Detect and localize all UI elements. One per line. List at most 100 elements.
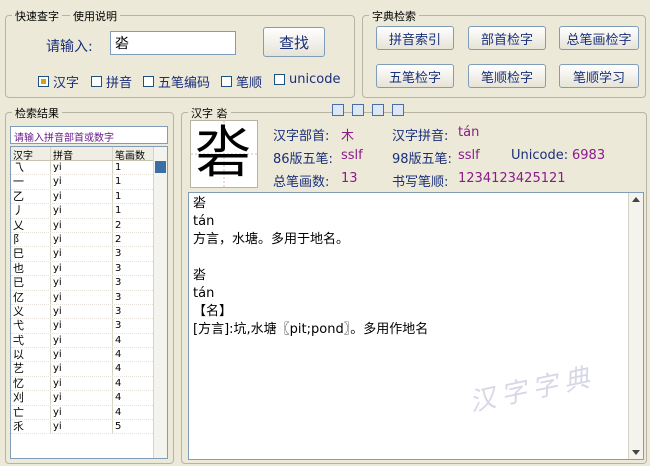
pinyin-index-button[interactable]: 拼音索引 bbox=[376, 26, 454, 50]
cell-strokes: 2 bbox=[115, 219, 122, 231]
wubi86-label: 86版五笔: bbox=[273, 152, 333, 167]
cell-pinyin: yi bbox=[51, 261, 113, 276]
table-row[interactable]: 义 yi 3 bbox=[11, 304, 167, 320]
option-pinyin[interactable]: 拼音 bbox=[91, 72, 132, 91]
scroll-up-icon[interactable] bbox=[632, 197, 640, 202]
speaker-icon[interactable] bbox=[332, 104, 344, 116]
cell-strokes: 1 bbox=[115, 176, 122, 188]
wubi98-label: 98版五笔: bbox=[392, 152, 452, 167]
cell-strokes: 1 bbox=[115, 205, 122, 217]
cell-hanzi: 丿 bbox=[11, 204, 51, 218]
col-hanzi-header[interactable]: 汉字 bbox=[11, 147, 51, 162]
cell-strokes: 4 bbox=[115, 377, 122, 389]
char-display: 沯 bbox=[190, 120, 258, 188]
table-row[interactable]: 艺 yi 4 bbox=[11, 362, 167, 377]
cell-hanzi: 乑 bbox=[11, 420, 51, 434]
cell-strokes: 4 bbox=[115, 406, 122, 418]
cell-hanzi: 已 bbox=[11, 276, 51, 290]
table-row[interactable]: 亿 yi 3 bbox=[11, 290, 167, 305]
dict-search-group: 字典检索 拼音索引 部首检字 总笔画检字 五笔检字 笔顺检字 笔顺学习 bbox=[362, 8, 646, 98]
results-hint-input[interactable]: 请输入拼音部首或数字 bbox=[10, 126, 168, 144]
unicode-value: 6983 bbox=[572, 148, 606, 163]
cell-pinyin: yi bbox=[51, 376, 113, 391]
wubi98-value: sslf bbox=[458, 148, 480, 163]
table-row[interactable]: 乂 yi 2 bbox=[11, 218, 167, 233]
table-row[interactable]: 乑 yi 5 bbox=[11, 420, 167, 435]
table-row[interactable]: 巳 yi 3 bbox=[11, 247, 167, 262]
table-row[interactable]: 刈 yi 4 bbox=[11, 391, 167, 406]
option-bishun[interactable]: 笔顺 bbox=[221, 72, 262, 91]
table-row[interactable]: 弌 yi 4 bbox=[11, 333, 167, 349]
radical-label: 汉字部首: bbox=[273, 129, 330, 144]
definition-text[interactable]: 沯 tán 方言，水塘。多用于地名。沯 tán 【名】 [方言]:坑,水塘〖pit;pon… bbox=[188, 192, 644, 460]
strokes-label: 总笔画数: bbox=[273, 175, 330, 190]
cell-pinyin: yi bbox=[51, 276, 113, 290]
cell-strokes: 3 bbox=[115, 305, 122, 317]
table-row[interactable]: 阝 yi 2 bbox=[11, 232, 167, 248]
checkbox-icon bbox=[221, 76, 232, 87]
cell-pinyin: yi bbox=[51, 290, 113, 304]
checkbox-icon bbox=[143, 76, 154, 87]
cell-pinyin: yi bbox=[51, 319, 113, 333]
scroll-down-icon[interactable] bbox=[632, 450, 640, 455]
definition-line: tán bbox=[193, 214, 215, 229]
paste-icon[interactable] bbox=[392, 104, 404, 116]
col-strokes-header[interactable]: 笔画数 bbox=[113, 147, 155, 162]
cell-hanzi: 也 bbox=[11, 261, 51, 276]
col-pinyin-header[interactable]: 拼音 bbox=[51, 147, 113, 162]
table-row[interactable]: 弋 yi 3 bbox=[11, 319, 167, 334]
table-row[interactable]: 一 yi 1 bbox=[11, 175, 167, 190]
cell-hanzi: 弌 bbox=[11, 333, 51, 348]
wubi-lookup-button[interactable]: 五笔检字 bbox=[376, 64, 454, 88]
dict-search-title: 字典检索 bbox=[369, 8, 419, 24]
pinyin-value: tán bbox=[458, 125, 480, 140]
table-row[interactable]: 也 yi 3 bbox=[11, 261, 167, 277]
option-label: unicode bbox=[289, 72, 341, 87]
search-button[interactable]: 查找 bbox=[263, 27, 325, 57]
cell-pinyin: yi bbox=[51, 391, 113, 405]
cell-pinyin: yi bbox=[51, 420, 113, 434]
cell-hanzi: 亡 bbox=[11, 405, 51, 420]
cell-strokes: 5 bbox=[115, 421, 122, 433]
results-list[interactable]: 汉字 拼音 笔画数 乁 yi 1 一 yi 1 乙 yi 1 丿 yi 1 乂 yi 2 阝 yi 2 巳 yi 3 也 y… bbox=[10, 146, 168, 459]
table-row[interactable]: 乙 yi 1 bbox=[11, 189, 167, 205]
cell-pinyin: yi bbox=[51, 247, 113, 261]
table-row[interactable]: 以 yi 4 bbox=[11, 348, 167, 363]
cell-hanzi: 阝 bbox=[11, 232, 51, 247]
list-scrollbar[interactable] bbox=[153, 147, 167, 458]
cell-pinyin: yi bbox=[51, 304, 113, 319]
option-wubi[interactable]: 五笔编码 bbox=[143, 72, 210, 91]
pinyin-label: 汉字拼音: bbox=[392, 129, 449, 144]
definition-line: 【名】 bbox=[193, 304, 233, 319]
cell-strokes: 3 bbox=[115, 291, 122, 303]
edit-icon[interactable] bbox=[352, 104, 364, 116]
cell-hanzi: 亿 bbox=[11, 290, 51, 304]
radical-lookup-button[interactable]: 部首检字 bbox=[468, 26, 546, 50]
table-row[interactable]: 乁 yi 1 bbox=[11, 161, 167, 176]
definition-scrollbar[interactable] bbox=[628, 193, 643, 459]
cell-pinyin: yi bbox=[51, 175, 113, 189]
help-link[interactable]: 使用说明 bbox=[70, 8, 120, 24]
definition-line bbox=[193, 249, 639, 267]
stroke-count-lookup-button[interactable]: 总笔画检字 bbox=[559, 26, 639, 50]
definition-line: 沯 bbox=[193, 196, 207, 211]
checkbox-icon bbox=[38, 76, 49, 87]
table-row[interactable]: 亡 yi 4 bbox=[11, 405, 167, 421]
char-input[interactable]: 沯 bbox=[110, 31, 236, 55]
copy-icon[interactable] bbox=[372, 104, 384, 116]
cell-strokes: 4 bbox=[115, 392, 122, 404]
table-row[interactable]: 丿 yi 1 bbox=[11, 204, 167, 219]
table-row[interactable]: 已 yi 3 bbox=[11, 276, 167, 291]
stroke-order-lookup-button[interactable]: 笔顺检字 bbox=[468, 64, 546, 88]
option-unicode[interactable]: unicode bbox=[274, 72, 340, 87]
option-label: 五笔编码 bbox=[158, 76, 211, 91]
stroke-order-study-button[interactable]: 笔顺学习 bbox=[559, 64, 639, 88]
cell-hanzi: 乁 bbox=[11, 161, 51, 175]
cell-pinyin: yi bbox=[51, 189, 113, 204]
definition-line: tán bbox=[193, 286, 215, 301]
cell-hanzi: 艺 bbox=[11, 362, 51, 376]
cell-strokes: 3 bbox=[115, 277, 122, 289]
table-row[interactable]: 忆 yi 4 bbox=[11, 376, 167, 392]
scroll-thumb[interactable] bbox=[155, 161, 166, 173]
option-hanzi[interactable]: 汉字 bbox=[38, 72, 79, 91]
